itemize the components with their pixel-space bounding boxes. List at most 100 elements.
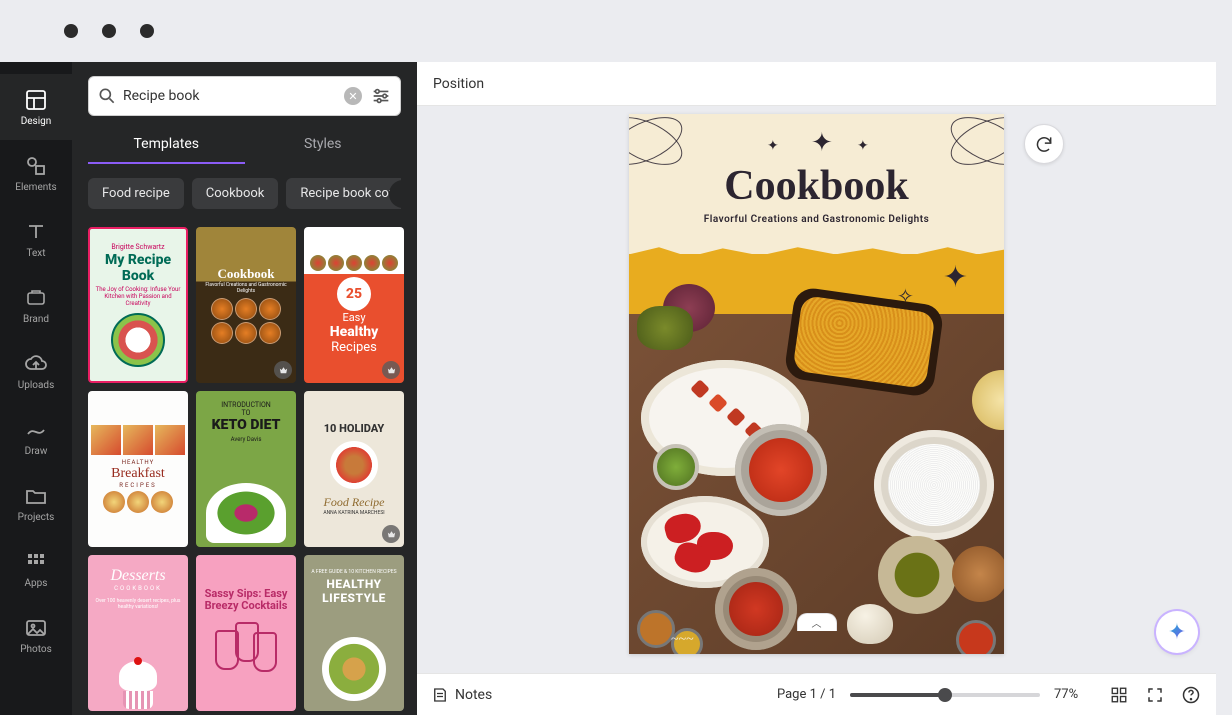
traffic-dot[interactable] <box>140 24 154 38</box>
fullscreen-button[interactable] <box>1144 684 1166 706</box>
regenerate-button[interactable] <box>1024 124 1064 164</box>
filter-icon[interactable] <box>370 85 392 107</box>
template-line: Recipes <box>331 340 377 355</box>
canvas-area: Position ✦ ✦ ✦ Cookbook Flavorful Creati… <box>417 62 1216 715</box>
template-card[interactable]: Desserts COOKBOOK Over 100 heavenly dese… <box>88 555 188 711</box>
template-card[interactable]: Sassy Sips: Easy Breezy Cocktails <box>196 555 296 711</box>
template-line: INTRODUCTION <box>221 401 271 409</box>
rail-text[interactable]: Text <box>0 206 72 272</box>
template-card[interactable]: Cookbook Flavorful Creations and Gastron… <box>196 227 296 383</box>
page-header-art: ✦ ✦ ✦ Cookbook Flavorful Creations and G… <box>629 114 1004 254</box>
food-art <box>322 637 386 701</box>
rail-elements[interactable]: Elements <box>0 140 72 206</box>
template-author: Avery Davis <box>231 436 262 443</box>
template-title: HEALTHY LIFESTYLE <box>308 577 400 605</box>
window-traffic-lights <box>64 24 154 38</box>
template-subtitle: Food Recipe <box>324 495 385 510</box>
rail-label: Projects <box>18 512 55 523</box>
editor-bottombar: Notes Page 1 / 1 77% <box>417 673 1216 715</box>
zoom-value[interactable]: 77% <box>1054 687 1094 702</box>
template-card[interactable]: HEALTHY Breakfast RECIPES <box>88 391 188 547</box>
tab-templates[interactable]: Templates <box>88 126 245 164</box>
right-gutter <box>1216 62 1232 715</box>
rail-label: Draw <box>25 446 48 457</box>
chip-food-recipe[interactable]: Food recipe <box>88 178 184 209</box>
rail-apps[interactable]: Apps <box>0 536 72 602</box>
food-art <box>310 255 398 271</box>
template-author: Brigitte Schwartz <box>111 243 164 251</box>
rail-label: Photos <box>20 644 52 655</box>
folder-icon <box>24 484 48 508</box>
chip-recipe-book-cover[interactable]: Recipe book cover <box>286 178 401 209</box>
shapes-icon <box>24 154 48 178</box>
premium-badge-icon <box>274 361 292 379</box>
template-overline: A FREE GUIDE & 10 KITCHEN RECIPES <box>311 569 396 575</box>
template-card[interactable]: A FREE GUIDE & 10 KITCHEN RECIPES HEALTH… <box>304 555 404 711</box>
rail-label: Text <box>26 248 45 259</box>
signature-art: ~~~ <box>671 632 694 648</box>
position-button[interactable]: Position <box>433 76 484 92</box>
cocktail-art <box>211 618 281 678</box>
canvas-page[interactable]: ✦ ✦ ✦ Cookbook Flavorful Creations and G… <box>629 114 1004 654</box>
template-subtitle: The Joy of Cooking: Infuse Your Kitchen … <box>94 286 182 307</box>
rail-photos[interactable]: Photos <box>0 602 72 668</box>
template-title: Sassy Sips: Easy Breezy Cocktails <box>200 588 292 612</box>
side-panel: ✕ Templates Styles Food recipe Cookbook … <box>72 62 417 715</box>
rail-draw[interactable]: Draw <box>0 404 72 470</box>
template-card[interactable]: 25 Easy Healthy Recipes <box>304 227 404 383</box>
food-art <box>330 441 378 489</box>
fullscreen-icon <box>1146 686 1164 704</box>
left-nav-rail: Design Elements Text Brand Uploads Draw … <box>0 62 72 715</box>
rail-brand[interactable]: Brand <box>0 272 72 338</box>
rail-projects[interactable]: Projects <box>0 470 72 536</box>
template-subtitle: COOKBOOK <box>114 585 162 592</box>
rail-label: Brand <box>23 314 49 325</box>
editor-topbar: Position <box>417 62 1216 106</box>
food-art <box>103 491 173 513</box>
search-field[interactable]: ✕ <box>88 76 401 116</box>
template-author: ANNA KATRINA MARCHESI <box>323 510 384 516</box>
template-line: Healthy <box>330 324 379 340</box>
zoom-slider[interactable] <box>850 693 1040 697</box>
canvas-stage[interactable]: ✦ ✦ ✦ Cookbook Flavorful Creations and G… <box>417 106 1216 673</box>
page-food-art: ~~~ <box>629 314 1004 654</box>
grid-view-button[interactable] <box>1108 684 1130 706</box>
template-line: Easy <box>342 311 365 324</box>
food-art <box>206 483 286 543</box>
template-title: Cookbook <box>217 266 274 282</box>
sparkle-icon: ✦ <box>767 138 779 154</box>
template-grid: Brigitte Schwartz My Recipe Book The Joy… <box>88 227 401 711</box>
template-line: Breakfast <box>111 466 165 482</box>
clear-search-button[interactable]: ✕ <box>344 87 362 105</box>
traffic-dot[interactable] <box>64 24 78 38</box>
image-icon <box>24 616 48 640</box>
notes-label: Notes <box>455 687 492 703</box>
filter-chips: Food recipe Cookbook Recipe book cover › <box>88 178 401 209</box>
canvas-subtitle[interactable]: Flavorful Creations and Gastronomic Deli… <box>704 214 930 225</box>
sparkle-icon: ✦ <box>857 138 869 154</box>
rail-uploads[interactable]: Uploads <box>0 338 72 404</box>
app-shell: Design Elements Text Brand Uploads Draw … <box>0 62 1232 715</box>
rail-design[interactable]: Design <box>0 74 72 140</box>
notes-button[interactable]: Notes <box>431 686 492 704</box>
assistant-fab[interactable]: ✦ <box>1156 611 1198 653</box>
food-plate-art <box>111 313 165 367</box>
canvas-title[interactable]: Cookbook <box>724 162 908 210</box>
template-card[interactable]: Brigitte Schwartz My Recipe Book The Joy… <box>88 227 188 383</box>
panel-tabs: Templates Styles <box>88 126 401 164</box>
template-line: RECIPES <box>119 482 156 489</box>
help-button[interactable] <box>1180 684 1202 706</box>
search-icon <box>97 86 117 106</box>
traffic-dot[interactable] <box>102 24 116 38</box>
chip-cookbook[interactable]: Cookbook <box>192 178 279 209</box>
help-icon <box>1181 685 1201 705</box>
template-card[interactable]: INTRODUCTION TO KETO DIET Avery Davis <box>196 391 296 547</box>
template-card[interactable]: 10 HOLIDAY Food Recipe ANNA KATRINA MARC… <box>304 391 404 547</box>
tab-styles[interactable]: Styles <box>245 126 402 164</box>
search-input[interactable] <box>117 88 344 104</box>
pages-expand-tab[interactable]: ︿ <box>797 613 837 631</box>
template-blurb: Over 100 heavenly desert recipes, plus h… <box>92 598 184 610</box>
page-indicator[interactable]: Page 1 / 1 <box>777 687 836 702</box>
rail-label: Design <box>21 116 52 127</box>
grid-icon <box>24 550 48 574</box>
